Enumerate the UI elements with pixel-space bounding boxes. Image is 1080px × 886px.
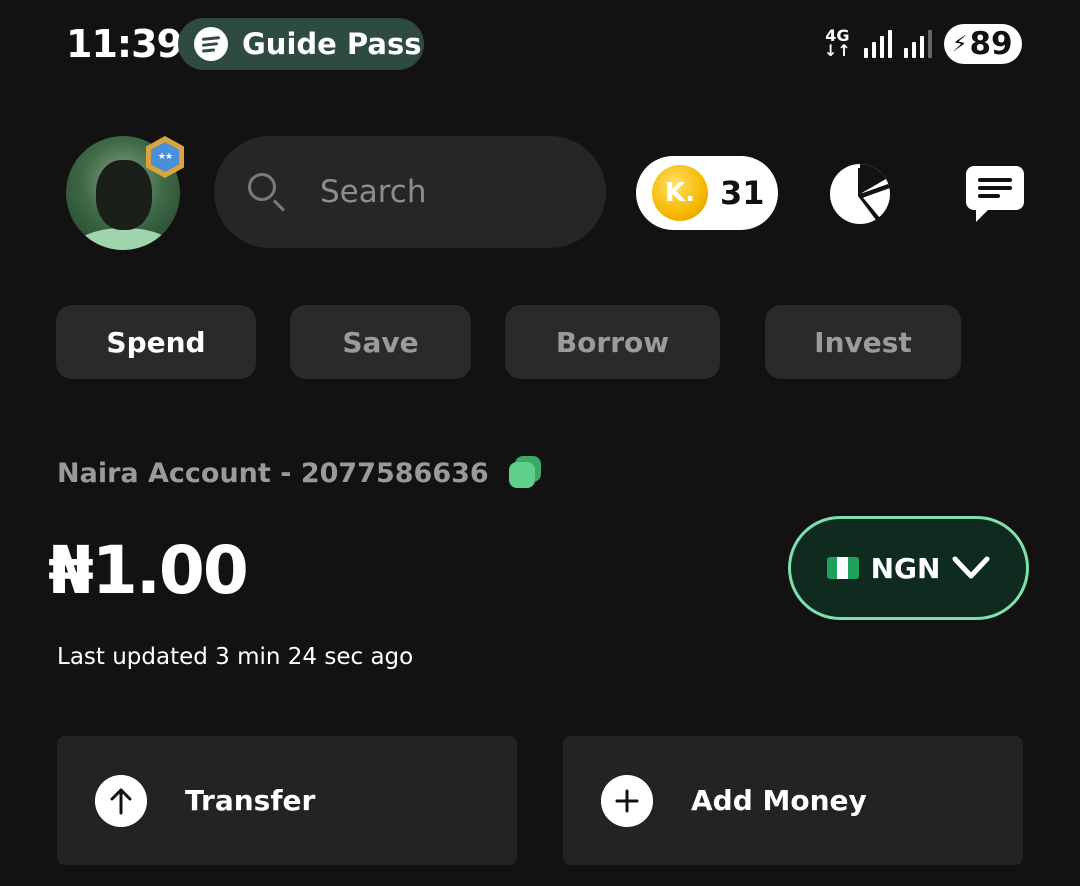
add-money-label: Add Money [691,784,867,817]
rewards-coins-button[interactable]: K. 31 [636,156,778,230]
search-placeholder: Search [320,174,427,210]
account-row: Naira Account - 2077586636 [57,456,543,490]
currency-selector[interactable]: NGN [788,516,1029,620]
add-money-button[interactable]: Add Money [563,736,1023,865]
spotify-icon [194,27,228,61]
plus-icon [601,774,653,827]
charging-bolt-icon: ⚡ [952,31,968,57]
account-number-label: Naira Account - 2077586636 [57,457,489,489]
messages-icon[interactable] [964,164,1026,224]
now-playing-pill[interactable]: Guide Pass [178,18,424,70]
copy-icon[interactable] [508,456,543,490]
currency-code: NGN [870,551,941,585]
battery-level: 89 [969,26,1013,62]
signal-strength-icon-2 [904,26,932,58]
transfer-button[interactable]: Transfer [57,736,517,865]
search-bar[interactable]: Search [214,136,606,248]
search-icon [246,171,288,213]
account-balance: ₦1.00 [48,532,249,609]
pie-chart-icon[interactable] [828,162,892,226]
network-type-icon: 4G ↓↑ [824,26,851,60]
chevron-down-icon [952,556,990,579]
coin-icon: K. [652,165,708,221]
transfer-label: Transfer [185,784,316,817]
tab-borrow[interactable]: Borrow [505,305,720,379]
status-time: 11:39 [66,22,183,66]
coins-count: 31 [720,174,765,212]
last-updated-text: Last updated 3 min 24 sec ago [57,644,414,670]
battery-indicator: ⚡ 89 [944,24,1022,64]
tab-invest[interactable]: Invest [765,305,961,379]
arrow-up-icon [95,774,147,827]
now-playing-title: Guide Pass [242,27,422,61]
signal-strength-icon [864,26,892,58]
tab-save[interactable]: Save [290,305,471,379]
nigeria-flag-icon [826,557,859,579]
tab-spend[interactable]: Spend [56,305,256,379]
